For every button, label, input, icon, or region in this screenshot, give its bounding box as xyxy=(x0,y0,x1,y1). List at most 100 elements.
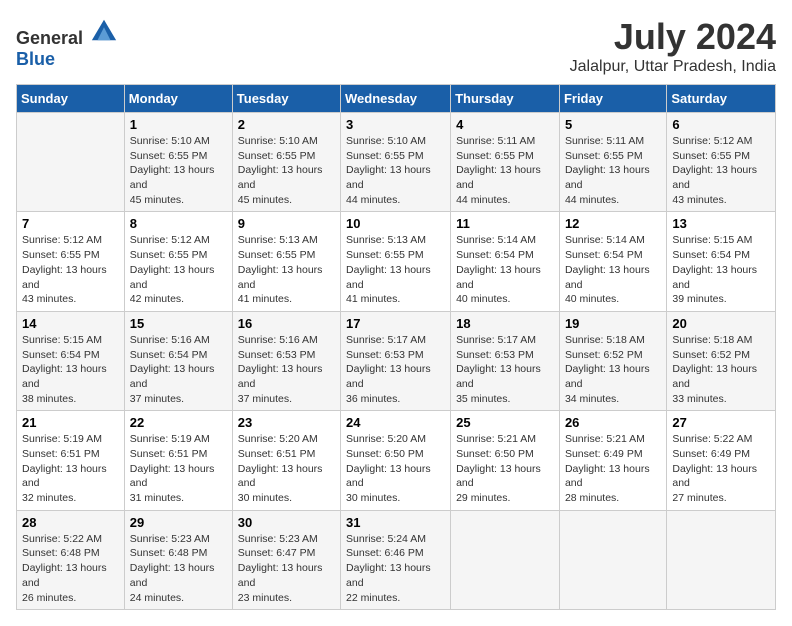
header-wednesday: Wednesday xyxy=(341,85,451,113)
week-row-2: 7 Sunrise: 5:12 AMSunset: 6:55 PMDaylight… xyxy=(17,212,776,311)
day-detail: Sunrise: 5:14 AMSunset: 6:54 PMDaylight:… xyxy=(456,233,554,306)
day-number: 7 xyxy=(22,216,119,231)
day-detail: Sunrise: 5:17 AMSunset: 6:53 PMDaylight:… xyxy=(346,333,445,406)
day-cell: 4 Sunrise: 5:11 AMSunset: 6:55 PMDaylight… xyxy=(451,113,560,212)
day-number: 22 xyxy=(130,415,227,430)
day-number: 5 xyxy=(565,117,661,132)
day-number: 15 xyxy=(130,316,227,331)
day-cell: 27Sunrise: 5:22 AMSunset: 6:49 PMDayligh… xyxy=(667,411,776,510)
day-number: 26 xyxy=(565,415,661,430)
month-title: July 2024 xyxy=(570,16,776,58)
day-detail: Sunrise: 5:19 AMSunset: 6:51 PMDaylight:… xyxy=(22,432,119,505)
day-number: 29 xyxy=(130,515,227,530)
day-cell: 24Sunrise: 5:20 AMSunset: 6:50 PMDayligh… xyxy=(341,411,451,510)
day-cell: 31 Sunrise: 5:24 AMSunset: 6:46 PMDayligh… xyxy=(341,510,451,609)
day-cell: 14Sunrise: 5:15 AMSunset: 6:54 PMDayligh… xyxy=(17,311,125,410)
logo-general: General xyxy=(16,28,83,48)
day-number: 24 xyxy=(346,415,445,430)
logo-blue: Blue xyxy=(16,49,55,69)
day-detail: Sunrise: 5:21 AMSunset: 6:50 PMDaylight:… xyxy=(456,432,554,505)
header-monday: Monday xyxy=(124,85,232,113)
title-area: July 2024 Jalalpur, Uttar Pradesh, India xyxy=(570,16,776,76)
day-cell: 26 Sunrise: 5:21 AMSunset: 6:49 PMDayligh… xyxy=(559,411,666,510)
day-cell: 11Sunrise: 5:14 AMSunset: 6:54 PMDayligh… xyxy=(451,212,560,311)
header: General Blue July 2024 Jalalpur, Uttar P… xyxy=(16,16,776,76)
day-cell: 8Sunrise: 5:12 AMSunset: 6:55 PMDaylight… xyxy=(124,212,232,311)
day-number: 8 xyxy=(130,216,227,231)
day-cell: 19 Sunrise: 5:18 AMSunset: 6:52 PMDayligh… xyxy=(559,311,666,410)
header-row: SundayMondayTuesdayWednesdayThursdayFrid… xyxy=(17,85,776,113)
day-cell xyxy=(451,510,560,609)
day-number: 4 xyxy=(456,117,554,132)
day-detail: Sunrise: 5:21 AMSunset: 6:49 PMDaylight:… xyxy=(565,432,661,505)
day-number: 3 xyxy=(346,117,445,132)
logo: General Blue xyxy=(16,16,118,70)
day-detail: Sunrise: 5:18 AMSunset: 6:52 PMDaylight:… xyxy=(565,333,661,406)
week-row-5: 28Sunrise: 5:22 AMSunset: 6:48 PMDayligh… xyxy=(17,510,776,609)
calendar-table: SundayMondayTuesdayWednesdayThursdayFrid… xyxy=(16,84,776,610)
day-number: 17 xyxy=(346,316,445,331)
day-detail: Sunrise: 5:10 AMSunset: 6:55 PMDaylight:… xyxy=(238,134,335,207)
day-number: 10 xyxy=(346,216,445,231)
day-cell: 3 Sunrise: 5:10 AMSunset: 6:55 PMDaylight… xyxy=(341,113,451,212)
day-cell: 1Sunrise: 5:10 AMSunset: 6:55 PMDaylight… xyxy=(124,113,232,212)
day-cell: 17 Sunrise: 5:17 AMSunset: 6:53 PMDayligh… xyxy=(341,311,451,410)
day-number: 21 xyxy=(22,415,119,430)
day-detail: Sunrise: 5:15 AMSunset: 6:54 PMDaylight:… xyxy=(672,233,770,306)
week-row-3: 14Sunrise: 5:15 AMSunset: 6:54 PMDayligh… xyxy=(17,311,776,410)
day-detail: Sunrise: 5:12 AMSunset: 6:55 PMDaylight:… xyxy=(672,134,770,207)
day-cell xyxy=(559,510,666,609)
logo-icon xyxy=(90,16,118,44)
day-cell: 12 Sunrise: 5:14 AMSunset: 6:54 PMDayligh… xyxy=(559,212,666,311)
day-cell: 16 Sunrise: 5:16 AMSunset: 6:53 PMDayligh… xyxy=(232,311,340,410)
day-number: 16 xyxy=(238,316,335,331)
day-number: 20 xyxy=(672,316,770,331)
day-number: 27 xyxy=(672,415,770,430)
day-detail: Sunrise: 5:16 AMSunset: 6:53 PMDaylight:… xyxy=(238,333,335,406)
day-cell: 15 Sunrise: 5:16 AMSunset: 6:54 PMDayligh… xyxy=(124,311,232,410)
day-detail: Sunrise: 5:10 AMSunset: 6:55 PMDaylight:… xyxy=(346,134,445,207)
day-cell: 7 Sunrise: 5:12 AMSunset: 6:55 PMDaylight… xyxy=(17,212,125,311)
logo-text: General Blue xyxy=(16,16,118,70)
day-cell: 6 Sunrise: 5:12 AMSunset: 6:55 PMDaylight… xyxy=(667,113,776,212)
day-number: 9 xyxy=(238,216,335,231)
day-detail: Sunrise: 5:11 AMSunset: 6:55 PMDaylight:… xyxy=(456,134,554,207)
day-cell: 20 Sunrise: 5:18 AMSunset: 6:52 PMDayligh… xyxy=(667,311,776,410)
day-detail: Sunrise: 5:23 AMSunset: 6:47 PMDaylight:… xyxy=(238,532,335,605)
day-cell: 25 Sunrise: 5:21 AMSunset: 6:50 PMDayligh… xyxy=(451,411,560,510)
day-cell: 10Sunrise: 5:13 AMSunset: 6:55 PMDayligh… xyxy=(341,212,451,311)
day-number: 12 xyxy=(565,216,661,231)
week-row-1: 1Sunrise: 5:10 AMSunset: 6:55 PMDaylight… xyxy=(17,113,776,212)
day-number: 18 xyxy=(456,316,554,331)
day-detail: Sunrise: 5:18 AMSunset: 6:52 PMDaylight:… xyxy=(672,333,770,406)
day-detail: Sunrise: 5:24 AMSunset: 6:46 PMDaylight:… xyxy=(346,532,445,605)
day-cell: 28Sunrise: 5:22 AMSunset: 6:48 PMDayligh… xyxy=(17,510,125,609)
day-number: 31 xyxy=(346,515,445,530)
day-number: 6 xyxy=(672,117,770,132)
day-cell: 29 Sunrise: 5:23 AMSunset: 6:48 PMDayligh… xyxy=(124,510,232,609)
day-cell: 21 Sunrise: 5:19 AMSunset: 6:51 PMDayligh… xyxy=(17,411,125,510)
day-detail: Sunrise: 5:20 AMSunset: 6:51 PMDaylight:… xyxy=(238,432,335,505)
day-detail: Sunrise: 5:16 AMSunset: 6:54 PMDaylight:… xyxy=(130,333,227,406)
day-detail: Sunrise: 5:23 AMSunset: 6:48 PMDaylight:… xyxy=(130,532,227,605)
day-cell: 18Sunrise: 5:17 AMSunset: 6:53 PMDayligh… xyxy=(451,311,560,410)
header-thursday: Thursday xyxy=(451,85,560,113)
header-sunday: Sunday xyxy=(17,85,125,113)
day-number: 2 xyxy=(238,117,335,132)
day-detail: Sunrise: 5:14 AMSunset: 6:54 PMDaylight:… xyxy=(565,233,661,306)
day-number: 19 xyxy=(565,316,661,331)
day-cell: 9 Sunrise: 5:13 AMSunset: 6:55 PMDaylight… xyxy=(232,212,340,311)
day-number: 25 xyxy=(456,415,554,430)
week-row-4: 21 Sunrise: 5:19 AMSunset: 6:51 PMDayligh… xyxy=(17,411,776,510)
day-number: 13 xyxy=(672,216,770,231)
location-title: Jalalpur, Uttar Pradesh, India xyxy=(570,58,776,76)
day-number: 30 xyxy=(238,515,335,530)
day-detail: Sunrise: 5:13 AMSunset: 6:55 PMDaylight:… xyxy=(238,233,335,306)
day-cell: 2 Sunrise: 5:10 AMSunset: 6:55 PMDaylight… xyxy=(232,113,340,212)
day-cell: 30 Sunrise: 5:23 AMSunset: 6:47 PMDayligh… xyxy=(232,510,340,609)
day-detail: Sunrise: 5:12 AMSunset: 6:55 PMDaylight:… xyxy=(22,233,119,306)
header-saturday: Saturday xyxy=(667,85,776,113)
day-detail: Sunrise: 5:10 AMSunset: 6:55 PMDaylight:… xyxy=(130,134,227,207)
day-cell: 23Sunrise: 5:20 AMSunset: 6:51 PMDayligh… xyxy=(232,411,340,510)
day-detail: Sunrise: 5:15 AMSunset: 6:54 PMDaylight:… xyxy=(22,333,119,406)
